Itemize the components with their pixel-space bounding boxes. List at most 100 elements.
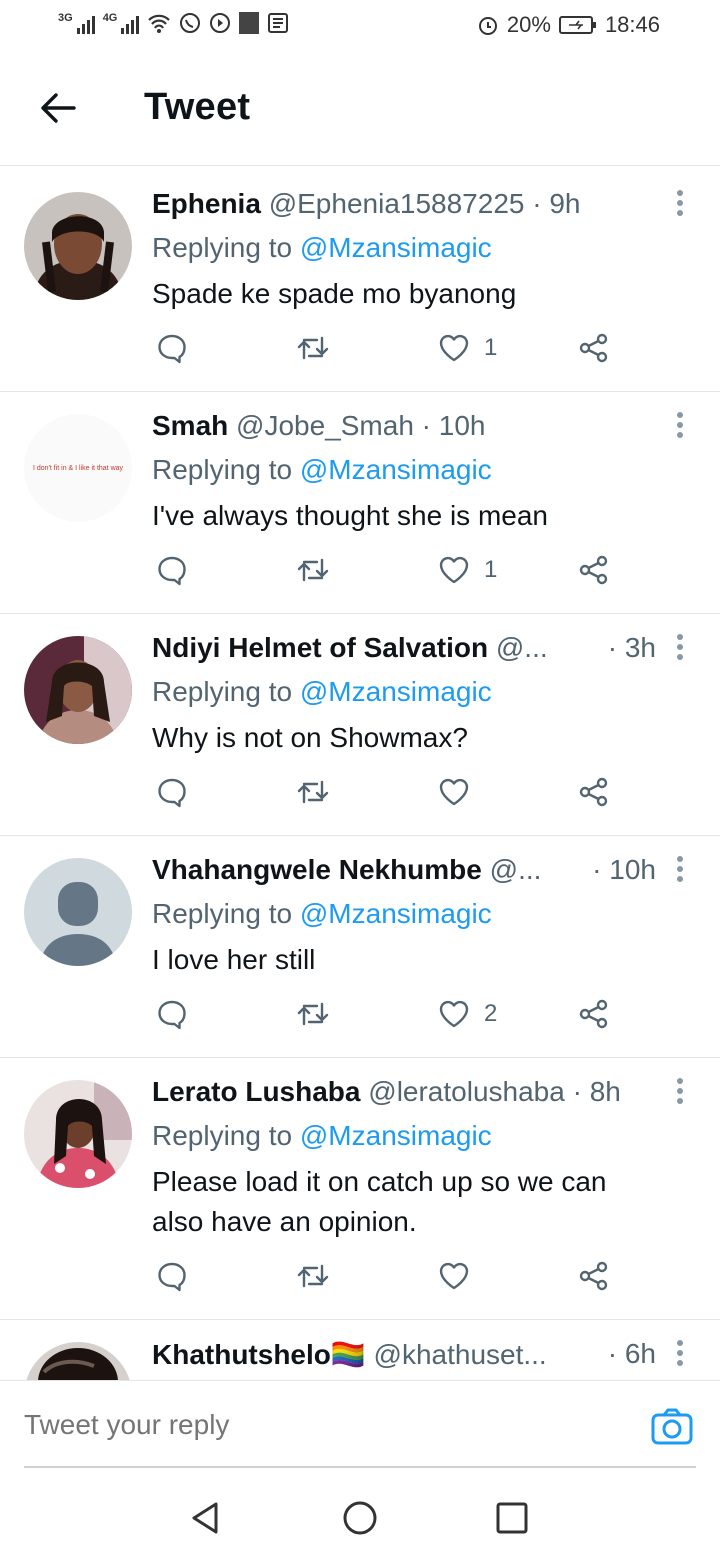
comment-icon (158, 1262, 186, 1292)
comment-icon (158, 1000, 186, 1030)
mention-link[interactable]: @Mzansimagic (300, 232, 492, 263)
reply-button[interactable] (156, 554, 188, 586)
camera-icon[interactable] (650, 1405, 694, 1449)
like-button[interactable]: 1 (438, 332, 497, 364)
display-name[interactable]: Ephenia (152, 188, 261, 219)
clock: 18:46 (604, 12, 660, 37)
tweet-text: Please load it on catch up so we can als… (152, 1166, 607, 1237)
system-nav-bar (0, 1472, 720, 1560)
avatar[interactable] (24, 636, 132, 744)
display-name[interactable]: Vhahangwele Nekhumbe (152, 854, 482, 885)
avatar[interactable] (24, 1080, 132, 1188)
share-button[interactable] (578, 998, 610, 1030)
recents-square-icon[interactable] (492, 1498, 532, 1538)
avatar[interactable]: I don't fit in & I like it that way (24, 414, 132, 522)
page-title: Tweet (144, 86, 251, 128)
timestamp: · 9h (532, 188, 581, 219)
timestamp: · 3h (607, 632, 656, 663)
share-button[interactable] (578, 776, 610, 808)
mention-link[interactable]: @Mzansimagic (300, 1120, 492, 1151)
reply-tweet[interactable]: Lerato Lushaba @leratolushaba · 8h Reply… (0, 1058, 720, 1320)
reply-button[interactable] (156, 998, 188, 1030)
comment-icon (158, 334, 186, 364)
notification-box-icon (239, 12, 260, 34)
tweet-text: Spade ke spade mo byanong (152, 278, 517, 309)
display-name[interactable]: Ndiyi Helmet of Salvation (152, 632, 488, 663)
share-button[interactable] (578, 1260, 610, 1292)
replying-label: Replying to (152, 1120, 293, 1151)
replying-label: Replying to (152, 898, 293, 929)
mention-link[interactable]: @Mzansimagic (300, 454, 492, 485)
retweet-icon (297, 558, 329, 582)
like-button[interactable] (438, 1260, 484, 1292)
share-button[interactable] (578, 332, 610, 364)
reply-tweet[interactable]: I don't fit in & I like it that way Smah… (0, 392, 720, 614)
replying-to: Replying to @Mzansimagic (152, 898, 492, 930)
user-handle[interactable]: @Ephenia15887225 (269, 188, 525, 219)
timestamp: · 6h (607, 1338, 656, 1369)
tweet-text: I love her still (152, 944, 316, 975)
signal-icon: 3G (58, 12, 95, 34)
tweet-actions: 1 (152, 332, 622, 372)
like-button[interactable]: 1 (438, 554, 497, 586)
battery-percent: 20% (506, 12, 551, 37)
wifi-icon (148, 14, 171, 33)
heart-icon (439, 778, 469, 806)
reply-feed[interactable]: Ephenia @Ephenia15887225 · 9h Replying t… (0, 170, 720, 1380)
reply-tweet[interactable]: Vhahangwele Nekhumbe @... · 10h Replying… (0, 836, 720, 1058)
news-icon (268, 13, 289, 33)
more-options-icon[interactable] (674, 1078, 686, 1108)
reply-button[interactable] (156, 332, 188, 364)
reply-tweet[interactable]: Ndiyi Helmet of Salvation @... · 3h Repl… (0, 614, 720, 836)
more-options-icon[interactable] (674, 1340, 686, 1370)
heart-icon (439, 334, 469, 362)
alarm-icon (478, 17, 497, 35)
display-name[interactable]: Smah (152, 410, 228, 441)
mention-link[interactable]: @Mzansimagic (300, 898, 492, 929)
display-name[interactable]: Lerato Lushaba (152, 1076, 360, 1107)
reply-tweet[interactable]: Ephenia @Ephenia15887225 · 9h Replying t… (0, 170, 720, 392)
retweet-button[interactable] (296, 1260, 330, 1292)
tweet-header: Ephenia @Ephenia15887225 · 9h (152, 188, 690, 220)
like-button[interactable]: 2 (438, 998, 497, 1030)
avatar[interactable] (24, 192, 132, 300)
tweet-header: Vhahangwele Nekhumbe @... (152, 854, 610, 886)
share-button[interactable] (578, 554, 610, 586)
reply-button[interactable] (156, 1260, 188, 1292)
display-name[interactable]: Khathutshelo🏳️‍🌈 (152, 1339, 366, 1370)
whatsapp-icon (180, 13, 201, 33)
replying-to: Replying to @Mzansimagic (152, 232, 492, 264)
more-options-icon[interactable] (674, 634, 686, 664)
user-handle[interactable]: @Jobe_Smah (236, 410, 414, 441)
retweet-icon (297, 1264, 329, 1288)
back-triangle-icon[interactable] (186, 1498, 226, 1538)
reply-input[interactable] (24, 1409, 624, 1441)
more-options-icon[interactable] (674, 856, 686, 886)
retweet-button[interactable] (296, 998, 330, 1030)
replying-to: Replying to @Mzansimagic (152, 676, 492, 708)
retweet-button[interactable] (296, 332, 330, 364)
user-handle[interactable]: @... (496, 632, 548, 663)
user-handle[interactable]: @khathuset... (374, 1339, 547, 1370)
reply-button[interactable] (156, 776, 188, 808)
mention-link[interactable]: @Mzansimagic (300, 676, 492, 707)
default-avatar[interactable] (24, 858, 132, 966)
retweet-button[interactable] (296, 776, 330, 808)
timestamp: · 8h (572, 1076, 621, 1107)
reply-tweet[interactable]: Khathutshelo🏳️‍🌈 @khathuset... · 6h (0, 1320, 720, 1380)
retweet-button[interactable] (296, 554, 330, 586)
back-arrow-icon[interactable] (36, 86, 80, 130)
replying-label: Replying to (152, 676, 293, 707)
replying-label: Replying to (152, 232, 293, 263)
more-options-icon[interactable] (674, 412, 686, 442)
replying-label: Replying to (152, 454, 293, 485)
avatar[interactable] (24, 1342, 132, 1380)
more-options-icon[interactable] (674, 190, 686, 220)
like-button[interactable] (438, 776, 484, 808)
home-circle-icon[interactable] (340, 1498, 380, 1538)
user-handle[interactable]: @... (490, 854, 542, 885)
share-icon (579, 1261, 608, 1291)
comment-icon (158, 556, 186, 586)
heart-icon (439, 1262, 469, 1290)
user-handle[interactable]: @leratolushaba (368, 1076, 565, 1107)
